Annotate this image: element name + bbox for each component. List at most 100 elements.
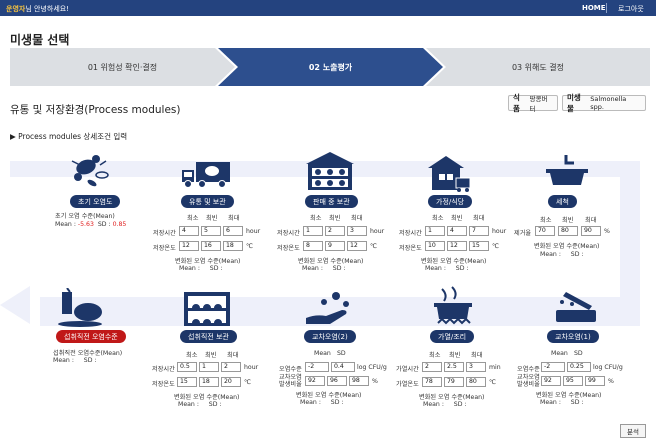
storage-time-max[interactable]: 6 <box>223 226 243 236</box>
storage-temp-min[interactable]: 8 <box>303 241 323 251</box>
initial-contamination-pill[interactable]: 초기 오염도 <box>70 195 121 208</box>
cross-rate-mode[interactable]: 95 <box>563 376 583 386</box>
cross-contamination-1-pill[interactable]: 교차오염(1) <box>547 330 599 343</box>
storage-temp-max[interactable]: 12 <box>347 241 367 251</box>
removal-rate-max[interactable]: 90 <box>581 226 601 236</box>
storage-time-label: 저장시간 <box>152 366 175 373</box>
pre-consumption-storage-pill[interactable]: 섭취직전 보관 <box>180 330 237 343</box>
food-tag[interactable]: 식품 땅콩버터 <box>508 93 558 113</box>
unit: ℃ <box>370 243 377 250</box>
storage-temp-mode[interactable]: 16 <box>201 241 221 251</box>
storage-temp-max[interactable]: 18 <box>223 241 243 251</box>
analyze-button[interactable]: 분석 <box>620 424 646 438</box>
col-mode: 최빈 <box>451 215 463 222</box>
changed-level-label: 변화된 오염 수준(Mean) <box>419 394 485 401</box>
heating-time-max[interactable]: 3 <box>466 362 486 372</box>
hand-bacteria-icon <box>306 292 349 324</box>
cross-rate-min[interactable]: 92 <box>305 376 325 386</box>
logout-link[interactable]: 로그아웃 <box>618 4 644 14</box>
home-restaurant-pill[interactable]: 가정/식당 <box>428 195 473 208</box>
storage-temp-mode[interactable]: 12 <box>447 241 467 251</box>
microbe-tag[interactable]: 미생물 Salmonella spp. <box>562 93 646 113</box>
storage-temp-max[interactable]: 20 <box>221 377 241 387</box>
home-link[interactable]: HOME <box>582 4 606 12</box>
storage-temp-mode[interactable]: 18 <box>199 377 219 387</box>
col-min: 최소 <box>310 215 322 222</box>
storage-time-mode[interactable]: 5 <box>201 226 221 236</box>
storage-time-min[interactable]: 0.5 <box>177 362 197 372</box>
storage-time-min[interactable]: 1 <box>303 226 323 236</box>
storage-time-mode[interactable]: 1 <box>199 362 219 372</box>
mean-sd: Mean : SD : <box>53 357 97 364</box>
cross-rate-max[interactable]: 98 <box>349 376 369 386</box>
storage-temp-max[interactable]: 15 <box>469 241 489 251</box>
contamination-mean[interactable]: -2 <box>541 362 565 372</box>
contamination-sd[interactable]: 0.25 <box>567 362 591 372</box>
storage-temp-label: 저장온도 <box>153 245 176 252</box>
col-max: 최대 <box>351 215 363 222</box>
changed-level-label: 변화된 오염 수준(Mean) <box>421 258 487 265</box>
mean-sd: Mean : SD : <box>300 399 344 406</box>
heating-cooking-pill[interactable]: 가열/조리 <box>430 330 475 343</box>
heating-time-min[interactable]: 2 <box>422 362 442 372</box>
unit: hour <box>246 228 261 235</box>
cabinet-icon <box>184 292 230 326</box>
bacteria-icon <box>71 155 109 187</box>
cross-rate-label: 교차오염 발생비율 <box>279 374 302 388</box>
storage-temp-label: 저장온도 <box>399 245 422 252</box>
unit: ℃ <box>246 243 253 250</box>
step-3[interactable]: 03 위해도 결정 <box>426 48 650 86</box>
storage-temp-min[interactable]: 15 <box>177 377 197 387</box>
subsection-title: ▶ Process modules 상세조건 입력 <box>10 132 128 141</box>
unit: ℃ <box>489 379 496 386</box>
heating-temp-max[interactable]: 80 <box>466 377 486 387</box>
pre-consumption-level-pill[interactable]: 섭취직전 오염수준 <box>56 330 126 343</box>
truck-icon <box>182 162 230 188</box>
heating-time-mode[interactable]: 2.5 <box>444 362 464 372</box>
mean-sd: Mean : SD : <box>302 265 346 272</box>
contamination-sd[interactable]: 0.4 <box>331 362 355 372</box>
knife-board-icon <box>556 292 596 322</box>
heating-temp-mode[interactable]: 79 <box>444 377 464 387</box>
storage-time-mode[interactable]: 2 <box>325 226 345 236</box>
step-2-active[interactable]: 02 노출평가 <box>218 48 443 86</box>
contamination-mean[interactable]: -2 <box>305 362 329 372</box>
step-progress: 01 위험성 확인·결정 02 노출평가 03 위해도 결정 <box>10 48 650 86</box>
storage-temp-min[interactable]: 10 <box>425 241 445 251</box>
retail-storage-pill[interactable]: 판매 중 보관 <box>305 195 358 208</box>
cross-rate-label: 교차오염 발생비율 <box>517 374 540 388</box>
unit: hour <box>244 364 259 371</box>
storage-time-max[interactable]: 3 <box>347 226 367 236</box>
col-max: 최대 <box>228 215 240 222</box>
storage-time-min[interactable]: 1 <box>425 226 445 236</box>
storage-temp-mode[interactable]: 9 <box>325 241 345 251</box>
storage-time-max[interactable]: 7 <box>469 226 489 236</box>
changed-level-label: 변화된 오염 수준(Mean) <box>175 258 241 265</box>
step-1[interactable]: 01 위험성 확인·결정 <box>10 48 235 86</box>
storage-time-mode[interactable]: 4 <box>447 226 467 236</box>
storage-time-min[interactable]: 4 <box>179 226 199 236</box>
removal-rate-mode[interactable]: 80 <box>558 226 578 236</box>
contamination-level-label: 오염수준 <box>279 366 302 373</box>
removal-rate-min[interactable]: 70 <box>535 226 555 236</box>
storage-time-label: 저장시간 <box>399 230 422 237</box>
storage-time-max[interactable]: 2 <box>221 362 241 372</box>
unit: ℃ <box>492 243 499 250</box>
storage-temp-min[interactable]: 12 <box>179 241 199 251</box>
cross-contamination-2-pill[interactable]: 교차오염(2) <box>304 330 356 343</box>
divider <box>606 3 607 13</box>
unit: hour <box>492 228 507 235</box>
section-title: 유통 및 저장환경(Process modules) <box>10 104 181 116</box>
cross-rate-mode[interactable]: 96 <box>327 376 347 386</box>
col-min: 최소 <box>432 215 444 222</box>
distribution-storage-pill[interactable]: 유통 및 보관 <box>181 195 234 208</box>
col-mode: 최빈 <box>205 352 217 359</box>
washing-pill[interactable]: 세척 <box>548 195 577 208</box>
store-icon <box>306 152 354 190</box>
col-mode: 최빈 <box>206 215 218 222</box>
cross-rate-max[interactable]: 99 <box>585 376 605 386</box>
col-min: 최소 <box>186 352 198 359</box>
changed-level-label: 변화된 오염 수준(Mean) <box>298 258 364 265</box>
cross-rate-min[interactable]: 92 <box>541 376 561 386</box>
heating-temp-min[interactable]: 78 <box>422 377 442 387</box>
